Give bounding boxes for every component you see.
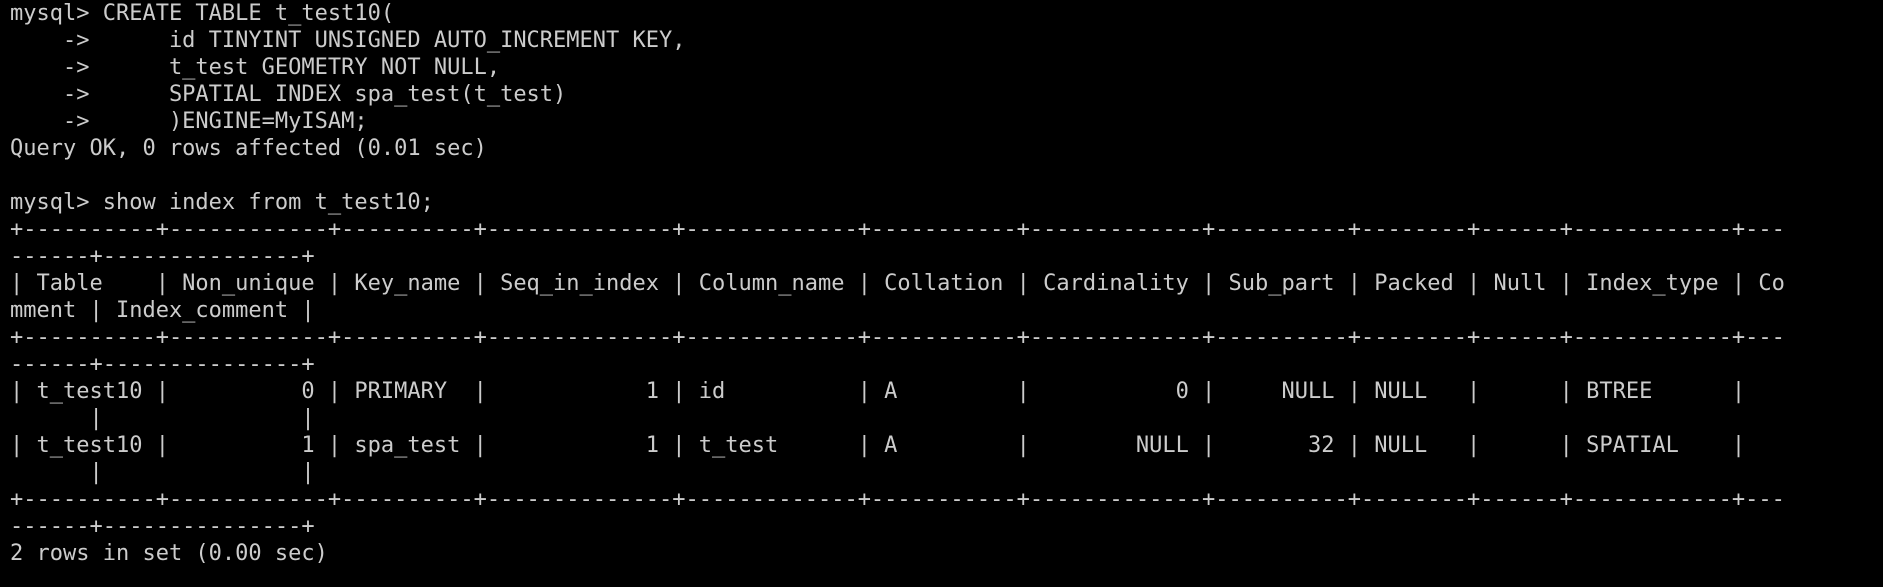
table-row: | t_test10 | 1 | spa_test | 1 | t_test |… bbox=[10, 433, 1746, 458]
table-border-top: +----------+------------+----------+----… bbox=[10, 217, 1785, 242]
table-row-wrap: | | bbox=[10, 460, 315, 485]
table-header-row: | Table | Non_unique | Key_name | Seq_in… bbox=[10, 271, 1785, 296]
table-row-wrap: | | bbox=[10, 406, 315, 431]
show-index-prompt: mysql> show index from t_test10; bbox=[10, 190, 434, 215]
table-header-row-wrap: mment | Index_comment | bbox=[10, 298, 315, 323]
table-border-header: +----------+------------+----------+----… bbox=[10, 325, 1785, 350]
create-table-prompt: mysql> CREATE TABLE t_test10( bbox=[10, 1, 395, 26]
table-border-bottom: +----------+------------+----------+----… bbox=[10, 487, 1785, 512]
table-border-header-wrap: ------+---------------+ bbox=[10, 352, 315, 377]
create-table-continuation-spatial-index: -> SPATIAL INDEX spa_test(t_test) bbox=[10, 82, 567, 107]
query-ok-message: Query OK, 0 rows affected (0.01 sec) bbox=[10, 136, 487, 161]
table-row: | t_test10 | 0 | PRIMARY | 1 | id | A | … bbox=[10, 379, 1746, 404]
create-table-continuation-engine: -> )ENGINE=MyISAM; bbox=[10, 109, 368, 134]
create-table-continuation-geometry: -> t_test GEOMETRY NOT NULL, bbox=[10, 55, 501, 80]
rows-in-set-message: 2 rows in set (0.00 sec) bbox=[10, 541, 328, 566]
terminal-window[interactable]: mysql> CREATE TABLE t_test10( -> id TINY… bbox=[0, 0, 1883, 587]
table-border-top-wrap: ------+---------------+ bbox=[10, 244, 315, 269]
table-border-bottom-wrap: ------+---------------+ bbox=[10, 514, 315, 539]
create-table-continuation-id: -> id TINYINT UNSIGNED AUTO_INCREMENT KE… bbox=[10, 28, 686, 53]
